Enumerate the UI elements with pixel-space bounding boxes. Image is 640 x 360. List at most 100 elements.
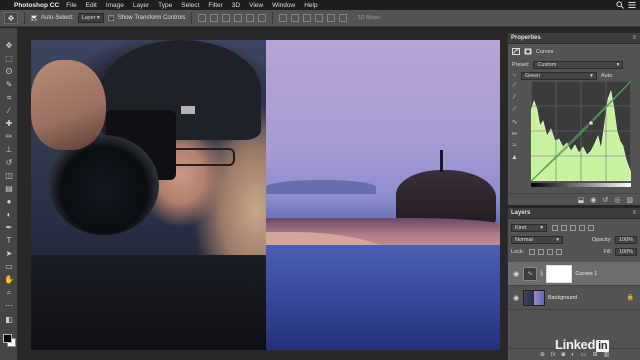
blend-mode-dropdown[interactable]: Normal ▾ — [511, 236, 563, 244]
mask-icon[interactable] — [524, 48, 532, 55]
crop-tool-icon[interactable]: ⌗ — [3, 92, 15, 104]
link-chain-icon[interactable]: § — [540, 271, 543, 277]
lock-icon[interactable]: 🔒 — [627, 294, 634, 301]
menu-filter[interactable]: Filter — [208, 2, 222, 9]
transform-controls-checkbox[interactable] — [107, 15, 114, 21]
menu-select[interactable]: Select — [181, 2, 199, 9]
lock-pixels-icon[interactable] — [529, 249, 536, 255]
distribute-middle-icon[interactable] — [291, 14, 300, 22]
path-selection-tool-icon[interactable]: ➤ — [3, 248, 15, 260]
curves-graph[interactable] — [531, 81, 631, 181]
visibility-icon[interactable]: ◎ — [614, 196, 620, 204]
auto-select-dropdown[interactable]: Layer ▾ — [77, 13, 104, 23]
add-mask-icon[interactable]: ◙ — [562, 352, 566, 358]
layer-name[interactable]: Curves 1 — [575, 271, 597, 277]
blur-tool-icon[interactable]: ● — [3, 196, 15, 208]
gradient-tool-icon[interactable]: ▤ — [3, 183, 15, 195]
view-previous-icon[interactable]: ◉ — [590, 196, 596, 204]
pencil-icon[interactable]: ✏ — [510, 129, 519, 138]
new-adjustment-icon[interactable]: ◐ — [571, 352, 575, 358]
layer-mask-thumbnail[interactable] — [546, 264, 573, 283]
curves-adjustment-thumbnail[interactable]: ∿ — [523, 266, 537, 281]
eraser-tool-icon[interactable]: ◫ — [3, 170, 15, 182]
hand-adjust-icon[interactable]: ☞ — [512, 73, 517, 79]
opacity-field[interactable]: 100% — [615, 236, 637, 244]
align-right-icon[interactable] — [258, 14, 267, 22]
search-icon[interactable] — [616, 1, 624, 9]
pen-tool-icon[interactable]: ✒ — [3, 222, 15, 234]
curve-point-icon[interactable]: ∿ — [510, 117, 519, 126]
align-center-icon[interactable] — [246, 14, 255, 22]
tab-properties[interactable]: Properties — [511, 35, 541, 41]
gray-eyedropper-icon[interactable]: ⁄ — [510, 93, 519, 102]
lock-all-icon[interactable] — [556, 249, 563, 255]
lasso-tool-icon[interactable]: ʘ — [3, 66, 15, 78]
filter-type-icon[interactable] — [570, 225, 576, 231]
default-colors-icon[interactable]: ◧ — [3, 314, 15, 326]
tab-layers[interactable]: Layers — [511, 210, 530, 216]
trash-icon[interactable]: ▥ — [603, 351, 609, 358]
eyedropper-tool-icon[interactable]: ⁄ — [3, 105, 15, 117]
distribute-center-icon[interactable] — [327, 14, 336, 22]
eye-icon[interactable]: ◉ — [512, 294, 520, 302]
black-eyedropper-icon[interactable]: ⁄ — [510, 81, 519, 90]
more-tools-icon[interactable]: ⋯ — [3, 300, 15, 312]
align-middle-icon[interactable] — [210, 14, 219, 22]
menu-app-name[interactable]: Photoshop CC — [14, 2, 59, 9]
move-tool-preset-icon[interactable]: ✥ — [4, 12, 18, 24]
fx-icon[interactable]: fx — [551, 352, 556, 358]
rectangle-tool-icon[interactable]: ▭ — [3, 261, 15, 273]
distribute-top-icon[interactable] — [279, 14, 288, 22]
document-canvas[interactable] — [19, 28, 506, 360]
panel-menu-icon[interactable]: ≡ — [632, 35, 636, 41]
panel-menu-icon[interactable]: ≡ — [632, 210, 636, 216]
foreground-color-swatch[interactable] — [3, 334, 12, 343]
marquee-tool-icon[interactable]: ⬚ — [3, 53, 15, 65]
distribute-bottom-icon[interactable] — [303, 14, 312, 22]
move-tool-icon[interactable]: ✥ — [3, 40, 15, 52]
align-bottom-icon[interactable] — [222, 14, 231, 22]
auto-button[interactable]: Auto — [601, 73, 612, 79]
type-tool-icon[interactable]: T — [3, 235, 15, 247]
lock-paint-icon[interactable] — [538, 249, 545, 255]
reset-icon[interactable]: ↺ — [602, 196, 608, 204]
new-layer-icon[interactable]: ⊞ — [592, 351, 597, 358]
filter-shape-icon[interactable] — [579, 225, 585, 231]
menu-type[interactable]: Type — [158, 2, 172, 9]
preset-dropdown[interactable]: Custom ▾ — [533, 60, 624, 69]
distribute-right-icon[interactable] — [339, 14, 348, 22]
filter-adjustment-icon[interactable] — [561, 225, 567, 231]
white-eyedropper-icon[interactable]: ⁄ — [510, 105, 519, 114]
clipping-warning-icon[interactable]: ▲ — [510, 153, 519, 162]
brush-tool-icon[interactable]: ✏ — [3, 131, 15, 143]
menu-view[interactable]: View — [249, 2, 263, 9]
menu-window[interactable]: Window — [272, 2, 295, 9]
filter-pixel-icon[interactable] — [552, 225, 558, 231]
menu-help[interactable]: Help — [304, 2, 317, 9]
clip-to-layer-icon[interactable]: ⬓ — [578, 196, 585, 204]
curve-control-point[interactable] — [588, 120, 594, 126]
zoom-tool-icon[interactable]: ⌕ — [3, 287, 15, 299]
menu-image[interactable]: Image — [106, 2, 124, 9]
hand-tool-icon[interactable]: ✋ — [3, 274, 15, 286]
distribute-left-icon[interactable] — [315, 14, 324, 22]
lock-position-icon[interactable] — [547, 249, 554, 255]
link-layers-icon[interactable]: ⊕ — [540, 351, 545, 358]
fill-field[interactable]: 100% — [615, 248, 637, 256]
smooth-icon[interactable]: ≈ — [510, 141, 519, 150]
filter-smart-icon[interactable] — [588, 225, 594, 231]
channel-dropdown[interactable]: Green ▾ — [520, 71, 597, 80]
background-thumbnail[interactable] — [523, 289, 545, 306]
menu-edit[interactable]: Edit — [86, 2, 97, 9]
eye-icon[interactable]: ◉ — [512, 270, 520, 278]
align-top-icon[interactable] — [198, 14, 207, 22]
list-icon[interactable] — [628, 1, 636, 9]
healing-brush-tool-icon[interactable]: ✚ — [3, 118, 15, 130]
auto-select-checkbox[interactable] — [31, 15, 37, 21]
menu-layer[interactable]: Layer — [133, 2, 149, 9]
filter-kind-dropdown[interactable]: Kind ▾ — [511, 224, 547, 232]
align-left-icon[interactable] — [234, 14, 243, 22]
clone-stamp-tool-icon[interactable]: ⊥ — [3, 144, 15, 156]
menu-3d[interactable]: 3D — [232, 2, 240, 9]
quick-select-tool-icon[interactable]: ✎ — [3, 79, 15, 91]
